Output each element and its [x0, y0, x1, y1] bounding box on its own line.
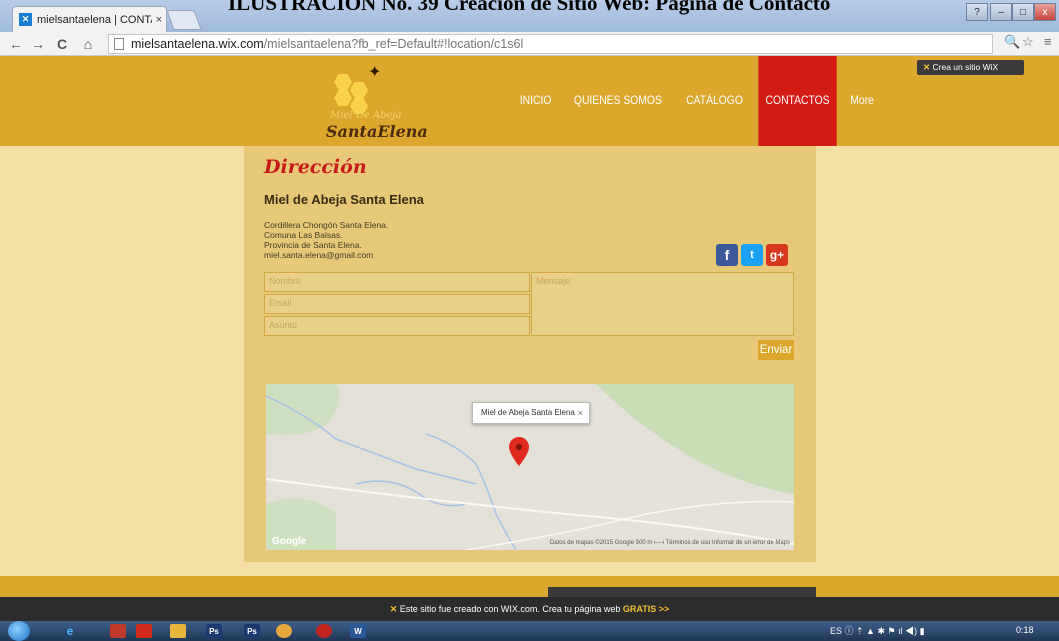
- email-link[interactable]: miel.santa.elena@gmail.com: [264, 250, 373, 260]
- address-line: Comuna Las Balsas.: [264, 230, 343, 240]
- bee-icon: ✦: [368, 64, 382, 81]
- ie-icon[interactable]: e: [62, 624, 78, 638]
- footer-dark-box: [548, 587, 816, 597]
- window-help-button[interactable]: ?: [966, 3, 988, 21]
- map-marker-icon: [509, 437, 529, 466]
- site-header: ✦ Miel De Abeja SantaElena INICIO QUIENE…: [0, 56, 1059, 146]
- site-footer: [0, 576, 1059, 597]
- googleplus-icon[interactable]: g+: [766, 244, 788, 266]
- email-input[interactable]: Email: [264, 294, 530, 314]
- url-input[interactable]: mielsantaelena.wix.com/mielsantaelena?fb…: [108, 34, 993, 54]
- url-path: /mielsantaelena?fb_ref=Default#!location…: [263, 37, 524, 51]
- tab-title: mielsantaelena | CONTAC: [37, 13, 152, 26]
- address-bar: ← → C ⌂ mielsantaelena.wix.com/mielsanta…: [0, 32, 1059, 56]
- wix-logo-icon: ✕: [923, 62, 931, 72]
- reload-button[interactable]: C: [52, 34, 72, 54]
- send-button[interactable]: Enviar: [758, 340, 794, 360]
- logo-line-2: SantaElena: [326, 122, 428, 141]
- page-icon: [114, 38, 124, 50]
- map-info-window: Miel de Abeja Santa Elena ×: [472, 402, 590, 424]
- menu-item-quienes-somos[interactable]: QUIENES SOMOS: [567, 56, 669, 146]
- logo-line-1: Miel De Abeja: [330, 110, 402, 121]
- browser-tab[interactable]: ✕ mielsantaelena | CONTAC ×: [12, 6, 167, 32]
- contact-panel: Dirección Miel de Abeja Santa Elena Cord…: [244, 146, 816, 562]
- address-line: Provincia de Santa Elena.: [264, 240, 362, 250]
- tab-close-icon[interactable]: ×: [152, 14, 166, 26]
- forward-button[interactable]: →: [28, 34, 48, 54]
- wix-ad-text: Este sitio fue creado con WIX.com. Crea …: [399, 604, 621, 614]
- window-maximize-button[interactable]: □: [1012, 3, 1034, 21]
- name-input[interactable]: Nombre: [264, 272, 530, 292]
- word-icon[interactable]: W: [350, 624, 366, 638]
- windows-taskbar: e Ps Ps W ES ⓘ ⇡ ▲ ✱ ⚑ ıl ◀) ▮ 0:18: [0, 621, 1059, 641]
- menu-item-catalogo[interactable]: CATÁLOGO: [679, 56, 750, 146]
- google-map[interactable]: Miel de Abeja Santa Elena × Google Datos…: [266, 384, 794, 550]
- facebook-icon[interactable]: f: [716, 244, 738, 266]
- map-info-close-icon[interactable]: ×: [578, 403, 583, 423]
- subject-input[interactable]: Asunto: [264, 316, 530, 336]
- wix-ad-bar[interactable]: ✕ Este sitio fue creado con WIX.com. Cre…: [0, 597, 1059, 621]
- start-button[interactable]: [8, 621, 30, 641]
- twitter-icon[interactable]: t: [741, 244, 763, 266]
- window-minimize-button[interactable]: –: [990, 3, 1012, 21]
- system-tray[interactable]: ES ⓘ ⇡ ▲ ✱ ⚑ ıl ◀) ▮: [830, 624, 925, 637]
- folder-icon[interactable]: [170, 624, 186, 638]
- browser-tab-bar: ✕ mielsantaelena | CONTAC × ? – □ x: [0, 0, 1059, 32]
- bookmark-star-icon[interactable]: ☆: [1022, 34, 1034, 50]
- google-logo: Google: [272, 536, 307, 547]
- taskbar-app-icon[interactable]: [110, 624, 126, 638]
- clock[interactable]: 0:18: [1016, 625, 1034, 635]
- company-name: Miel de Abeja Santa Elena: [264, 192, 424, 207]
- map-attribution: Datos de mapas ©2015 Google 500 m ⟝⟞ Tér…: [549, 540, 790, 546]
- window-close-button[interactable]: x: [1034, 3, 1056, 21]
- pdf-icon[interactable]: [136, 624, 152, 638]
- address-line: Cordillera Chongón Santa Elena.: [264, 220, 389, 230]
- menu-item-more[interactable]: More: [843, 56, 881, 146]
- photoshop-icon[interactable]: Ps: [206, 624, 222, 638]
- wix-ad-cta[interactable]: GRATIS >>: [623, 604, 669, 614]
- chrome-menu-icon[interactable]: ≡: [1044, 34, 1052, 49]
- zoom-icon[interactable]: 🔍: [1004, 34, 1020, 50]
- new-tab-button[interactable]: [166, 10, 202, 30]
- opera-icon[interactable]: [316, 624, 332, 638]
- back-button[interactable]: ←: [6, 34, 26, 54]
- language-indicator: ES: [830, 626, 843, 636]
- site-logo[interactable]: ✦ Miel De Abeja SantaElena: [322, 60, 428, 142]
- chrome-icon[interactable]: [276, 624, 292, 638]
- wix-favicon-icon: ✕: [19, 13, 32, 26]
- message-textarea[interactable]: Mensaje: [531, 272, 794, 336]
- home-button[interactable]: ⌂: [78, 34, 98, 54]
- wix-logo-icon: ✕: [389, 604, 398, 614]
- page-title: Dirección: [264, 156, 367, 178]
- url-host: mielsantaelena.wix.com: [131, 37, 264, 51]
- web-page: ✦ Miel De Abeja SantaElena INICIO QUIENE…: [0, 56, 1059, 597]
- wix-create-badge[interactable]: ✕ Crea un sitio WiX: [917, 60, 1024, 75]
- menu-item-contactos[interactable]: CONTACTOS: [758, 56, 837, 146]
- photoshop-icon[interactable]: Ps: [244, 624, 260, 638]
- menu-item-inicio[interactable]: INICIO: [513, 56, 559, 146]
- map-info-title: Miel de Abeja Santa Elena: [481, 408, 575, 417]
- site-menu: INICIO QUIENES SOMOS CATÁLOGO CONTACTOS …: [510, 56, 883, 146]
